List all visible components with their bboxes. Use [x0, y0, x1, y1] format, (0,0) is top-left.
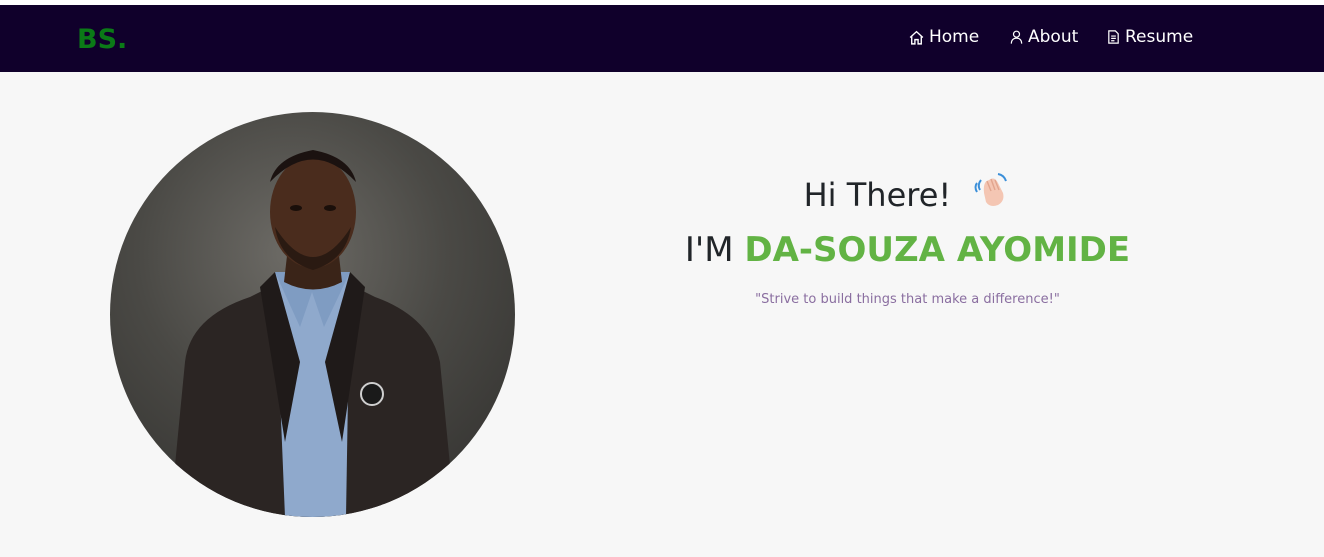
nav-links: Home About Resume [0, 27, 1324, 51]
nav-about-label: About [1028, 27, 1079, 47]
profile-photo [110, 112, 515, 517]
user-icon [1010, 30, 1023, 44]
intro-prefix: I'M [684, 230, 734, 270]
nav-home-label: Home [929, 27, 980, 47]
tagline-quote: "Strive to build things that make a diff… [755, 292, 1060, 307]
nav-resume-link[interactable]: Resume [1106, 27, 1193, 47]
greeting-text: Hi There! [803, 176, 952, 214]
navbar: BS. Home About Resume [0, 5, 1324, 72]
nav-about-link[interactable]: About [1009, 27, 1078, 47]
home-icon [909, 30, 924, 45]
hero-name: DA-SOUZA AYOMIDE [744, 230, 1131, 270]
greeting-line: Hi There! [620, 170, 1195, 220]
portrait-illustration [170, 150, 455, 517]
nav-resume-label: Resume [1125, 27, 1194, 47]
intro-heading: I'M DA-SOUZA AYOMIDE [620, 228, 1195, 272]
waving-hand-icon [971, 171, 1011, 223]
hero-text: Hi There! I'M DA-SOUZA AYOMIDE "Strive t… [620, 170, 1195, 307]
document-icon [1108, 30, 1119, 44]
nav-home-link[interactable]: Home [908, 27, 979, 47]
